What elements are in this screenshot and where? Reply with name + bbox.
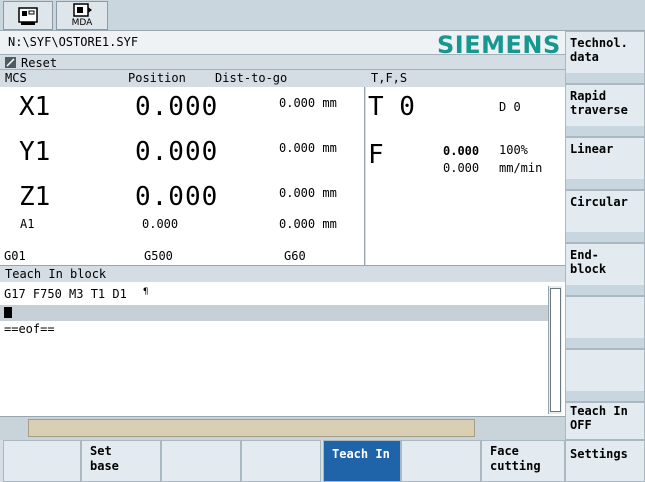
text-cursor-icon: [4, 307, 12, 318]
reset-icon: [5, 57, 16, 68]
teach-in-title: Teach In block: [5, 267, 107, 281]
machine-icon: [18, 7, 38, 25]
hsoftkey-set-base[interactable]: Set base: [81, 440, 161, 482]
message-field: [28, 419, 475, 437]
softkey-technol-data[interactable]: Technol. data: [565, 31, 645, 84]
machine-button[interactable]: [3, 1, 53, 30]
feed-setpoint: 0.000: [443, 161, 480, 175]
teach-in-header: Teach In block: [0, 265, 565, 282]
axis-position-x1: 0.000: [135, 92, 219, 122]
softkey-label: base: [90, 459, 119, 473]
hsoftkey-4[interactable]: [241, 440, 321, 482]
position-header: MCS Position Dist-to-go: [0, 70, 365, 87]
tfs-panel: T,F,S T 0 D 0 F 0.000 100% 0.000 mm/min: [366, 70, 565, 265]
axis-position-a1: 0.000: [142, 217, 179, 231]
hsoftkey-teach-in[interactable]: Teach In: [323, 440, 401, 482]
axis-name-a1: A1: [20, 217, 35, 231]
softkey-label: End-: [570, 248, 599, 262]
softkey-label: Technol.: [570, 36, 628, 50]
dtg-header-label: Dist-to-go: [215, 71, 288, 85]
top-toolbar: MDA: [0, 0, 645, 31]
axis-position-z1: 0.000: [135, 182, 219, 212]
softkey-label: Teach In: [570, 404, 628, 418]
hsoftkey-6[interactable]: [401, 440, 481, 482]
softkey-label: Settings: [570, 447, 628, 461]
gcode-group-1: G01: [4, 249, 26, 263]
program-line[interactable]: G17 F750 M3 T1 D1: [4, 287, 127, 301]
softkey-end-block[interactable]: End- block: [565, 243, 645, 296]
position-panel: MCS Position Dist-to-go X1 0.000 0.000 m…: [0, 70, 365, 265]
gcode-group-2: G500: [144, 249, 173, 263]
message-bar: [0, 416, 565, 440]
teach-in-editor[interactable]: G17 F750 M3 T1 D1 ¶ ==eof==: [0, 282, 565, 416]
channel-status-bar: Reset: [0, 55, 565, 70]
softkey-label: OFF: [570, 418, 592, 432]
axis-name-z1: Z1: [19, 182, 51, 212]
reset-status: Reset: [21, 56, 58, 70]
softkey-label: Set: [90, 444, 112, 458]
tfs-header-label: T,F,S: [371, 71, 408, 85]
feed-unit: mm/min: [499, 161, 543, 175]
softkey-rapid-traverse[interactable]: Rapid traverse: [565, 84, 645, 137]
feed-override: 100%: [499, 143, 528, 157]
line-end-icon: ¶: [143, 287, 149, 297]
softkey-settings[interactable]: Settings: [565, 440, 645, 482]
softkey-label: traverse: [570, 103, 628, 117]
softkey-label: Circular: [570, 195, 628, 209]
softkey-label: Rapid: [570, 89, 607, 103]
cursor-line[interactable]: [0, 305, 548, 321]
axis-name-x1: X1: [19, 92, 51, 122]
tool-offset-d: D 0: [499, 100, 521, 114]
softkey-label: block: [570, 262, 607, 276]
feed-label: F: [368, 140, 384, 170]
mcs-header-label: MCS: [5, 71, 27, 85]
tool-number: T 0: [368, 92, 415, 122]
softkey-label: data: [570, 50, 599, 64]
gcode-group-3: G60: [284, 249, 306, 263]
axis-dtg-x1: 0.000 mm: [279, 96, 337, 110]
axis-position-y1: 0.000: [135, 137, 219, 167]
eof-marker: ==eof==: [4, 322, 55, 336]
mda-icon: [73, 3, 92, 17]
softkey-teach-in-off[interactable]: Teach In OFF: [565, 402, 645, 440]
softkey-label: Linear: [570, 142, 614, 156]
mda-button[interactable]: MDA: [56, 1, 108, 30]
hsoftkey-face-cutting[interactable]: Face cutting: [481, 440, 565, 482]
program-path-bar: N:\SYF\OSTORE1.SYF SIEMENS: [0, 31, 565, 59]
mda-label: MDA: [71, 18, 93, 28]
softkey-empty-6[interactable]: [565, 296, 645, 349]
softkey-circular[interactable]: Circular: [565, 190, 645, 243]
axis-dtg-z1: 0.000 mm: [279, 186, 337, 200]
tfs-header: T,F,S: [366, 70, 565, 87]
axis-dtg-a1: 0.000 mm: [279, 217, 337, 231]
axis-name-y1: Y1: [19, 137, 51, 167]
feed-actual: 0.000: [443, 144, 480, 158]
editor-scrollbar[interactable]: [548, 286, 562, 414]
softkey-linear[interactable]: Linear: [565, 137, 645, 190]
position-header-label: Position: [128, 71, 186, 85]
softkey-label: Face: [490, 444, 519, 458]
editor-scroll-thumb[interactable]: [550, 288, 561, 412]
axis-dtg-y1: 0.000 mm: [279, 141, 337, 155]
softkey-label: cutting: [490, 459, 541, 473]
softkey-empty-7[interactable]: [565, 349, 645, 402]
hsoftkey-1[interactable]: [3, 440, 81, 482]
program-path: N:\SYF\OSTORE1.SYF: [8, 35, 139, 49]
hsoftkey-3[interactable]: [161, 440, 241, 482]
softkey-label: Teach In: [332, 447, 390, 461]
